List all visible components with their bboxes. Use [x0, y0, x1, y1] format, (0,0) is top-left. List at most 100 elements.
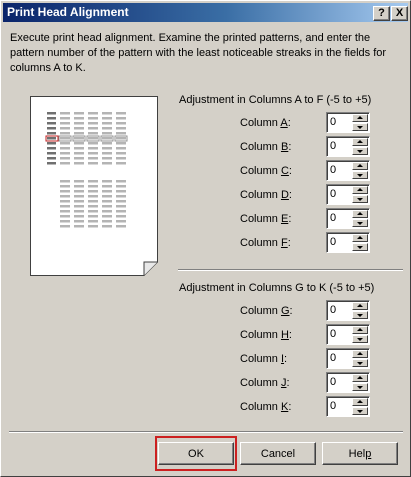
pattern-stripe: [88, 142, 98, 145]
column-d-up-arrow-icon[interactable]: [352, 186, 368, 194]
pattern-stripe: [88, 195, 98, 198]
pattern-stripe: [74, 225, 84, 228]
column-h-label: Column H:: [240, 329, 292, 341]
column-k-value[interactable]: 0: [330, 400, 336, 412]
pattern-stripe: [102, 137, 112, 140]
pattern-stripe: [116, 190, 126, 193]
pattern-stripe: [102, 195, 112, 198]
column-c-up-arrow-icon[interactable]: [352, 162, 368, 170]
column-b-value[interactable]: 0: [330, 140, 336, 152]
column-h-spinbox[interactable]: 0: [326, 324, 370, 345]
column-j-spinbox[interactable]: 0: [326, 372, 370, 393]
pattern-stripe: [102, 225, 112, 228]
pattern-stripe: [116, 122, 126, 125]
pattern-stripe: [88, 205, 98, 208]
column-b-spinbox[interactable]: 0: [326, 136, 370, 157]
column-g-up-arrow-icon[interactable]: [352, 302, 368, 310]
pattern-stripe: [88, 127, 98, 130]
column-a-down-arrow-icon[interactable]: [352, 123, 368, 131]
column-e-down-arrow-icon[interactable]: [352, 219, 368, 227]
pattern-stripe: [102, 117, 112, 120]
help-question-button[interactable]: ?: [373, 6, 390, 21]
cancel-button[interactable]: Cancel: [240, 442, 316, 465]
column-k-label: Column K:: [240, 401, 292, 413]
column-b-down-arrow-icon[interactable]: [352, 147, 368, 155]
pattern-stripe: [116, 215, 126, 218]
column-i-spinbox[interactable]: 0: [326, 348, 370, 369]
pattern-stripe: [102, 180, 112, 183]
pattern-stripe: [60, 190, 70, 193]
column-b-up-arrow-icon[interactable]: [352, 138, 368, 146]
pattern-stripe: [60, 117, 70, 120]
pattern-stripe: [74, 122, 84, 125]
column-f-down-arrow-icon[interactable]: [352, 243, 368, 251]
pattern-stripe: [74, 210, 84, 213]
pattern-stripe: [60, 180, 70, 183]
column-e-value[interactable]: 0: [330, 212, 336, 224]
pattern-stripe: [116, 162, 126, 165]
column-a-value[interactable]: 0: [330, 116, 336, 128]
pattern-stripe: [116, 185, 126, 188]
column-g-value[interactable]: 0: [330, 304, 336, 316]
pattern-stripe: [102, 157, 112, 160]
pattern-stripe: [60, 122, 70, 125]
column-h-up-arrow-icon[interactable]: [352, 326, 368, 334]
column-f-value[interactable]: 0: [330, 236, 336, 248]
pattern-stripe: [116, 210, 126, 213]
column-d-value[interactable]: 0: [330, 188, 336, 200]
column-i-value[interactable]: 0: [330, 352, 336, 364]
column-g-down-arrow-icon[interactable]: [352, 311, 368, 319]
pattern-stripe: [74, 180, 84, 183]
close-button[interactable]: X: [391, 6, 408, 21]
pattern-stripe: [60, 185, 70, 188]
pattern-stripe: [74, 142, 84, 145]
pattern-stripe: [60, 152, 70, 155]
group-label-g-k: Adjustment in Columns G to K (-5 to +5): [179, 282, 375, 294]
column-a-spinbox[interactable]: 0: [326, 112, 370, 133]
pattern-stripe: [88, 147, 98, 150]
column-j-down-arrow-icon[interactable]: [352, 383, 368, 391]
column-i-down-arrow-icon[interactable]: [352, 359, 368, 367]
pattern-stripe: [88, 162, 98, 165]
column-g-spinbox[interactable]: 0: [326, 300, 370, 321]
column-f-up-arrow-icon[interactable]: [352, 234, 368, 242]
column-k-down-arrow-icon[interactable]: [352, 407, 368, 415]
title-bar[interactable]: Print Head Alignment ? X: [3, 3, 408, 22]
column-b-label: Column B:: [240, 141, 292, 153]
pattern-stripe: [88, 157, 98, 160]
help-button[interactable]: Help: [322, 442, 398, 465]
column-c-spinbox[interactable]: 0: [326, 160, 370, 181]
pattern-stripe: [60, 137, 70, 140]
pattern-stripe: [88, 132, 98, 135]
column-j-up-arrow-icon[interactable]: [352, 374, 368, 382]
column-k-up-arrow-icon[interactable]: [352, 398, 368, 406]
pattern-stripe: [74, 205, 84, 208]
pattern-stripe: [60, 205, 70, 208]
pattern-stripe: [116, 157, 126, 160]
column-d-down-arrow-icon[interactable]: [352, 195, 368, 203]
pattern-stripe: [116, 137, 126, 140]
pattern-stripe: [47, 157, 56, 160]
column-h-value[interactable]: 0: [330, 328, 336, 340]
column-k-spinbox[interactable]: 0: [326, 396, 370, 417]
column-c-down-arrow-icon[interactable]: [352, 171, 368, 179]
pattern-stripe: [116, 200, 126, 203]
column-d-spinbox[interactable]: 0: [326, 184, 370, 205]
pattern-stripe: [60, 215, 70, 218]
column-c-value[interactable]: 0: [330, 164, 336, 176]
column-f-spinbox[interactable]: 0: [326, 232, 370, 253]
pattern-stripe: [47, 152, 56, 155]
column-e-spinbox[interactable]: 0: [326, 208, 370, 229]
group-separator: [178, 269, 403, 271]
column-a-up-arrow-icon[interactable]: [352, 114, 368, 122]
ok-button[interactable]: OK: [158, 442, 234, 465]
column-h-down-arrow-icon[interactable]: [352, 335, 368, 343]
column-e-up-arrow-icon[interactable]: [352, 210, 368, 218]
pattern-stripe: [74, 132, 84, 135]
column-j-value[interactable]: 0: [330, 376, 336, 388]
pattern-stripe: [47, 132, 56, 135]
pattern-stripe: [74, 112, 84, 115]
pattern-stripe: [60, 162, 70, 165]
column-i-up-arrow-icon[interactable]: [352, 350, 368, 358]
pattern-stripe: [88, 180, 98, 183]
